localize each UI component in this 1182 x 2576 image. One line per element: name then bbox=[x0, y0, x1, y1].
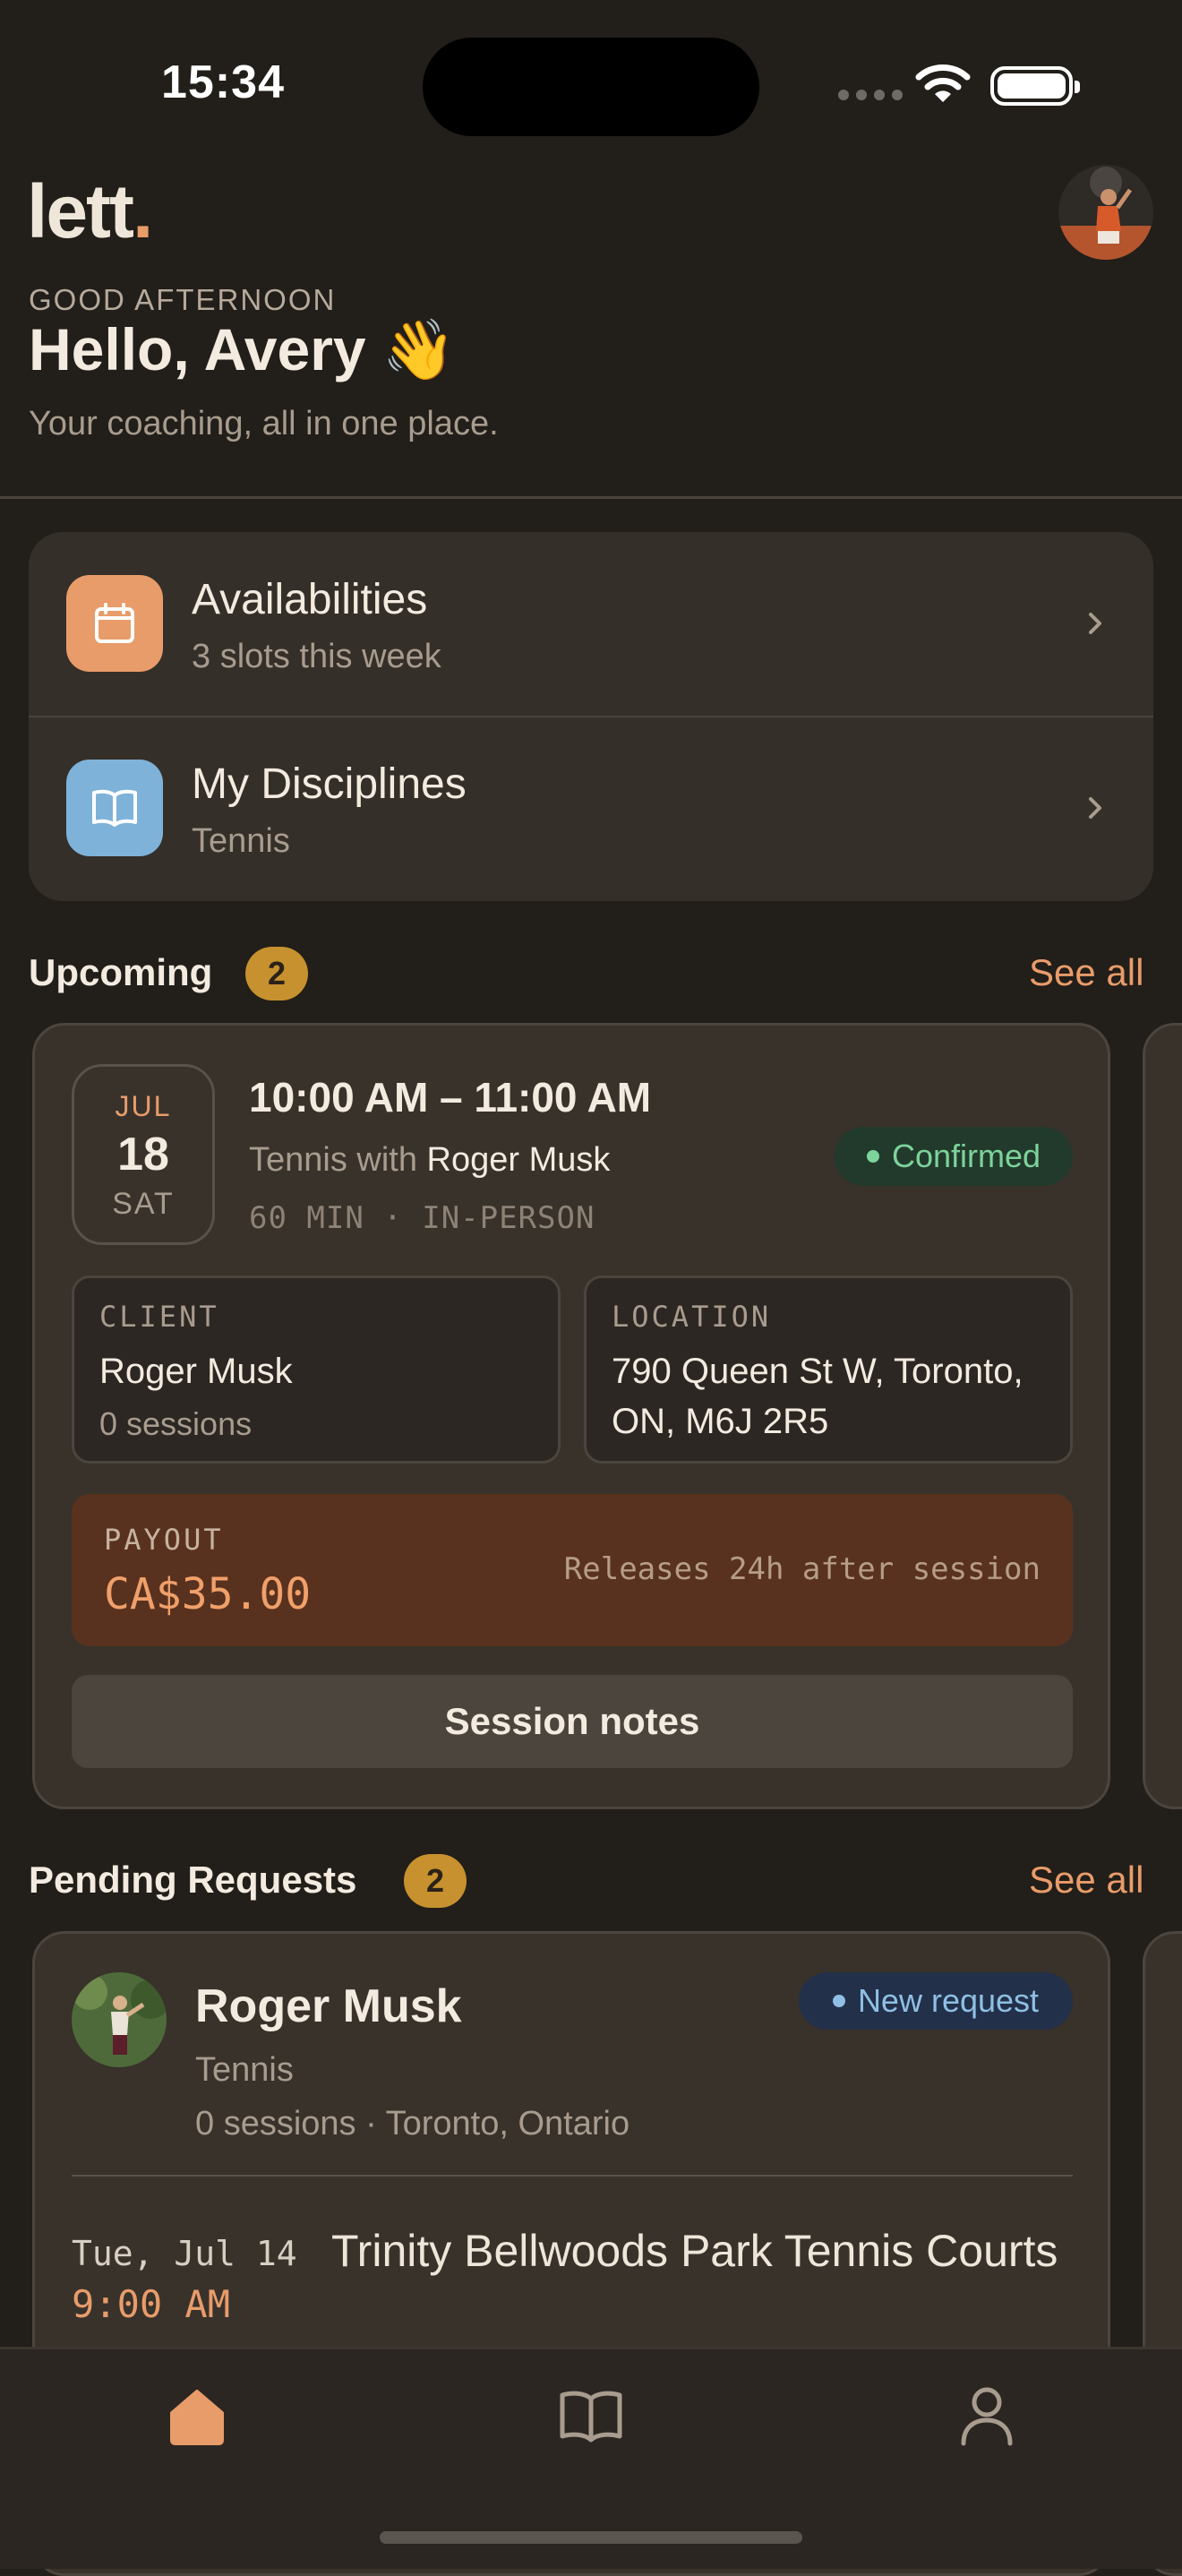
requester-name: Roger Musk bbox=[195, 1980, 462, 2032]
dynamic-island bbox=[423, 38, 759, 136]
disciplines-title: My Disciplines bbox=[192, 760, 467, 808]
status-dot-icon bbox=[832, 1995, 845, 2007]
requester-meta: 0 sessions · Toronto, Ontario bbox=[195, 2105, 630, 2142]
request-location: Trinity Bellwoods Park Tennis Courts bbox=[331, 2226, 1058, 2276]
location-address: 790 Queen St W, Toronto, ON, M6J 2R5 bbox=[612, 1352, 1024, 1441]
upcoming-title: Upcoming bbox=[29, 951, 213, 993]
payout-label: PAYOUT bbox=[104, 1523, 224, 1557]
request-time: 9:00 AM bbox=[72, 2282, 231, 2326]
client-name: Roger Musk bbox=[99, 1352, 293, 1391]
location-info-box: LOCATION 790 Queen St W, Toronto, ON, M6… bbox=[584, 1275, 1073, 1464]
pending-count-badge: 2 bbox=[404, 1854, 467, 1908]
requester-photo bbox=[72, 1972, 167, 2067]
session-month: JUL bbox=[115, 1090, 172, 1122]
status-badge-new-request: New request bbox=[799, 1972, 1073, 2030]
chevron-right-icon bbox=[1089, 797, 1101, 819]
request-date: Tue, Jul 14 bbox=[72, 2234, 297, 2273]
payout-note: Releases 24h after session bbox=[563, 1551, 1041, 1587]
availabilities-row[interactable]: Availabilities 3 slots this week bbox=[29, 532, 1153, 717]
requester-avatar bbox=[72, 1972, 167, 2067]
app-logo: lett. bbox=[27, 169, 153, 253]
payout-panel: PAYOUT CA$35.00 Releases 24h after sessi… bbox=[72, 1494, 1073, 1646]
pending-title: Pending Requests bbox=[29, 1859, 357, 1901]
location-label: LOCATION bbox=[612, 1300, 772, 1334]
cellular-signal-icon bbox=[838, 90, 903, 100]
quick-links-card: Availabilities 3 slots this week My Disc… bbox=[29, 532, 1153, 901]
requester-discipline: Tennis bbox=[195, 2051, 294, 2089]
greeting-subtitle: Your coaching, all in one place. bbox=[29, 405, 499, 442]
status-time: 15:34 bbox=[161, 56, 285, 108]
battery-icon bbox=[990, 66, 1080, 106]
avatar-photo bbox=[1058, 165, 1153, 260]
home-indicator bbox=[380, 2531, 802, 2544]
status-dot-icon bbox=[866, 1150, 879, 1163]
header-divider bbox=[0, 496, 1182, 499]
client-info-box: CLIENT Roger Musk 0 sessions bbox=[72, 1275, 561, 1464]
chevron-right-icon bbox=[1089, 613, 1101, 634]
disciplines-subtitle: Tennis bbox=[192, 822, 290, 860]
availabilities-title: Availabilities bbox=[192, 576, 428, 623]
request-divider bbox=[72, 2175, 1073, 2177]
home-icon bbox=[170, 2390, 224, 2445]
availabilities-subtitle: 3 slots this week bbox=[192, 638, 441, 675]
session-date-box: JUL 18 SAT bbox=[72, 1064, 215, 1245]
upcoming-count-badge: 2 bbox=[245, 947, 308, 1000]
book-icon bbox=[560, 2391, 622, 2443]
pending-see-all-link[interactable]: See all bbox=[1029, 1859, 1143, 1902]
calendar-icon bbox=[66, 575, 163, 672]
session-with-line: Tennis with Roger Musk bbox=[249, 1141, 611, 1179]
status-badge-confirmed: Confirmed bbox=[835, 1127, 1073, 1186]
session-meta: 60 MIN · IN-PERSON bbox=[249, 1200, 595, 1236]
session-time-range: 10:00 AM – 11:00 AM bbox=[249, 1074, 652, 1121]
upcoming-see-all-link[interactable]: See all bbox=[1029, 951, 1143, 994]
session-day: 18 bbox=[117, 1129, 169, 1181]
session-notes-button[interactable]: Session notes bbox=[72, 1675, 1073, 1768]
disciplines-row[interactable]: My Disciplines Tennis bbox=[29, 717, 1153, 901]
next-session-card-peek[interactable] bbox=[1143, 1023, 1182, 1809]
tab-profile[interactable] bbox=[947, 2377, 1026, 2456]
person-icon bbox=[961, 2387, 1013, 2446]
payout-amount: CA$35.00 bbox=[104, 1569, 312, 1619]
client-sessions: 0 sessions bbox=[99, 1405, 253, 1442]
profile-avatar[interactable] bbox=[1058, 165, 1153, 260]
greeting-eyebrow: GOOD AFTERNOON bbox=[29, 283, 337, 316]
tab-home[interactable] bbox=[158, 2377, 236, 2456]
wifi-icon bbox=[915, 64, 971, 102]
client-label: CLIENT bbox=[99, 1300, 219, 1334]
tab-disciplines[interactable] bbox=[552, 2377, 630, 2456]
session-weekday: SAT bbox=[112, 1187, 175, 1221]
greeting-title: Hello, Avery 👋 bbox=[29, 316, 457, 382]
book-icon bbox=[66, 760, 163, 856]
